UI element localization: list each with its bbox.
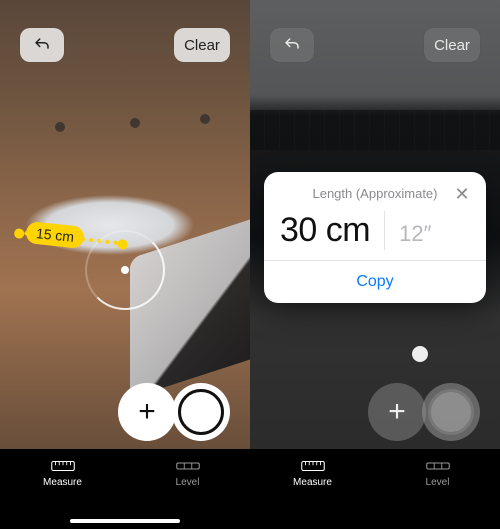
measurement-result-card: Length (Approximate) ✕ 30 cm 12″ Copy (264, 172, 486, 303)
undo-button[interactable] (20, 28, 64, 62)
ruler-icon (51, 459, 75, 473)
level-icon (426, 459, 450, 473)
clear-button[interactable]: Clear (424, 28, 480, 62)
phone-right: Clear Length (Approximate) ✕ 30 cm 12″ C… (250, 0, 500, 529)
plus-icon: + (388, 397, 406, 427)
tab-measure[interactable]: Measure (0, 449, 125, 529)
capture-row: + (250, 377, 500, 441)
add-point-button[interactable]: + (368, 383, 426, 441)
copy-button[interactable]: Copy (264, 260, 486, 303)
tab-measure[interactable]: Measure (250, 449, 375, 529)
tab-level[interactable]: Level (375, 449, 500, 529)
tab-label: Level (426, 477, 450, 488)
scene-detail (200, 114, 210, 124)
tab-label: Measure (293, 477, 332, 488)
result-primary: 30 cm (280, 211, 370, 250)
phone-left: 15 cm Clear + Measure Level (0, 0, 250, 529)
clear-button[interactable]: Clear (174, 28, 230, 62)
plus-icon: + (138, 397, 156, 427)
add-point-button[interactable]: + (118, 383, 176, 441)
shutter-ring-icon (178, 389, 224, 435)
result-title: Length (Approximate) (312, 186, 437, 201)
scene-detail (55, 122, 65, 132)
ar-reticle (85, 230, 165, 310)
reticle-center-dot (121, 266, 129, 274)
capture-row: + (0, 377, 250, 441)
scene-detail-knob (412, 346, 428, 362)
undo-icon (33, 36, 51, 54)
shutter-button[interactable] (172, 383, 230, 441)
level-icon (176, 459, 200, 473)
undo-icon (283, 36, 301, 54)
close-button[interactable]: ✕ (450, 182, 474, 206)
shutter-ring-icon (428, 389, 474, 435)
tab-bar: Measure Level (0, 449, 250, 529)
shutter-button[interactable] (422, 383, 480, 441)
tab-bar: Measure Level (250, 449, 500, 529)
tab-label: Measure (43, 477, 82, 488)
close-icon: ✕ (454, 184, 469, 205)
value-divider (384, 211, 385, 250)
undo-button[interactable] (270, 28, 314, 62)
scene-detail (130, 118, 140, 128)
result-values: 30 cm 12″ (280, 207, 470, 260)
home-indicator[interactable] (70, 519, 180, 523)
tab-label: Level (176, 477, 200, 488)
tab-level[interactable]: Level (125, 449, 250, 529)
ruler-icon (301, 459, 325, 473)
result-secondary: 12″ (399, 221, 431, 247)
screenshot-pair: 15 cm Clear + Measure Level (0, 0, 500, 529)
